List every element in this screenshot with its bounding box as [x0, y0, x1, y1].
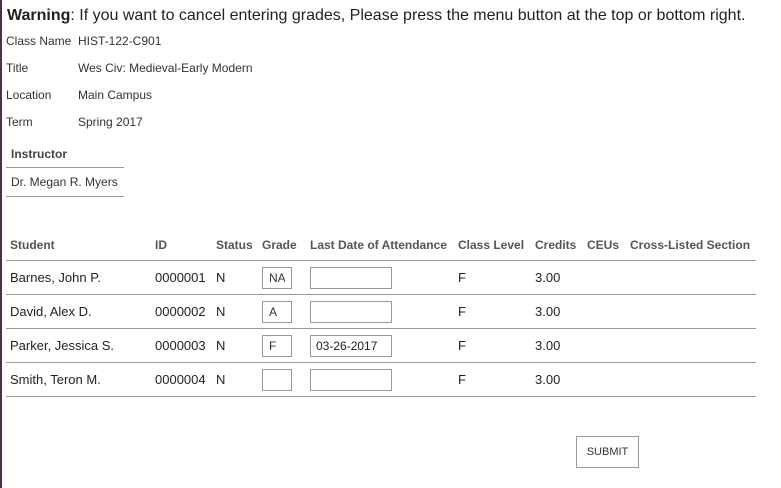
grade-cell: [258, 362, 306, 397]
table-row: Barnes, John P. 0000001 N F 3.00: [6, 260, 756, 295]
header-student: Student: [6, 230, 151, 261]
warning-text: : If you want to cancel entering grades,…: [70, 7, 746, 24]
last-date-input[interactable]: [310, 334, 392, 357]
class-level: F: [454, 294, 531, 329]
ceus: [583, 328, 626, 363]
student-status: N: [212, 362, 258, 397]
credits: 3.00: [531, 328, 583, 363]
last-date-input[interactable]: [310, 368, 392, 391]
last-date-input[interactable]: [310, 300, 392, 323]
class-level: F: [454, 328, 531, 363]
header-grade: Grade: [258, 230, 306, 261]
class-level: F: [454, 362, 531, 397]
grade-input[interactable]: [262, 334, 292, 357]
cross-listed: [626, 260, 756, 295]
cross-listed: [626, 294, 756, 329]
ceus: [583, 362, 626, 397]
student-name: Smith, Teron M.: [6, 362, 151, 397]
grade-cell: [258, 260, 306, 295]
instructor-block: Instructor Dr. Megan R. Myers: [6, 143, 124, 197]
table-row: David, Alex D. 0000002 N F 3.00: [6, 294, 756, 329]
cross-listed: [626, 328, 756, 363]
grade-input[interactable]: [262, 368, 292, 391]
title-value: Wes Civ: Medieval-Early Modern: [78, 61, 253, 75]
student-id: 0000002: [151, 294, 212, 329]
student-id: 0000001: [151, 260, 212, 295]
header-status: Status: [212, 230, 258, 261]
instructor-name: Dr. Megan R. Myers: [6, 168, 124, 197]
student-status: N: [212, 328, 258, 363]
grade-cell: [258, 328, 306, 363]
student-id: 0000004: [151, 362, 212, 397]
class-name-value: HIST-122-C901: [78, 34, 162, 48]
table-row: Parker, Jessica S. 0000003 N F 3.00: [6, 328, 756, 363]
last-date-cell: [306, 260, 454, 295]
ceus: [583, 260, 626, 295]
header-credits: Credits: [531, 230, 583, 261]
last-date-cell: [306, 328, 454, 363]
student-status: N: [212, 294, 258, 329]
grade-input[interactable]: [262, 300, 292, 323]
grade-input[interactable]: [262, 266, 292, 289]
student-name: David, Alex D.: [6, 294, 151, 329]
class-level: F: [454, 260, 531, 295]
student-name: Parker, Jessica S.: [6, 328, 151, 363]
ceus: [583, 294, 626, 329]
last-date-input[interactable]: [310, 266, 392, 289]
instructor-heading: Instructor: [6, 143, 124, 168]
credits: 3.00: [531, 260, 583, 295]
warning-message: Warning: If you want to cancel entering …: [7, 7, 745, 25]
term-label: Term: [6, 115, 33, 129]
last-date-cell: [306, 294, 454, 329]
student-id: 0000003: [151, 328, 212, 363]
location-label: Location: [6, 88, 52, 102]
header-last-date: Last Date of Attendance: [306, 230, 454, 261]
title-label: Title: [6, 61, 29, 75]
table-header-row: Student ID Status Grade Last Date of Att…: [6, 230, 756, 261]
grades-table: Student ID Status Grade Last Date of Att…: [6, 230, 756, 397]
location-value: Main Campus: [78, 88, 153, 102]
warning-label: Warning: [7, 7, 71, 24]
header-class-level: Class Level: [454, 230, 531, 261]
credits: 3.00: [531, 362, 583, 397]
student-name: Barnes, John P.: [6, 260, 151, 295]
student-status: N: [212, 260, 258, 295]
last-date-cell: [306, 362, 454, 397]
term-value: Spring 2017: [78, 115, 143, 129]
credits: 3.00: [531, 294, 583, 329]
table-row: Smith, Teron M. 0000004 N F 3.00: [6, 362, 756, 397]
submit-button[interactable]: SUBMIT: [576, 436, 639, 468]
grade-cell: [258, 294, 306, 329]
header-cross-listed: Cross-Listed Section: [626, 230, 756, 261]
header-ceus: CEUs: [583, 230, 626, 261]
cross-listed: [626, 362, 756, 397]
class-name-label: Class Name: [6, 34, 72, 48]
header-id: ID: [151, 230, 212, 261]
